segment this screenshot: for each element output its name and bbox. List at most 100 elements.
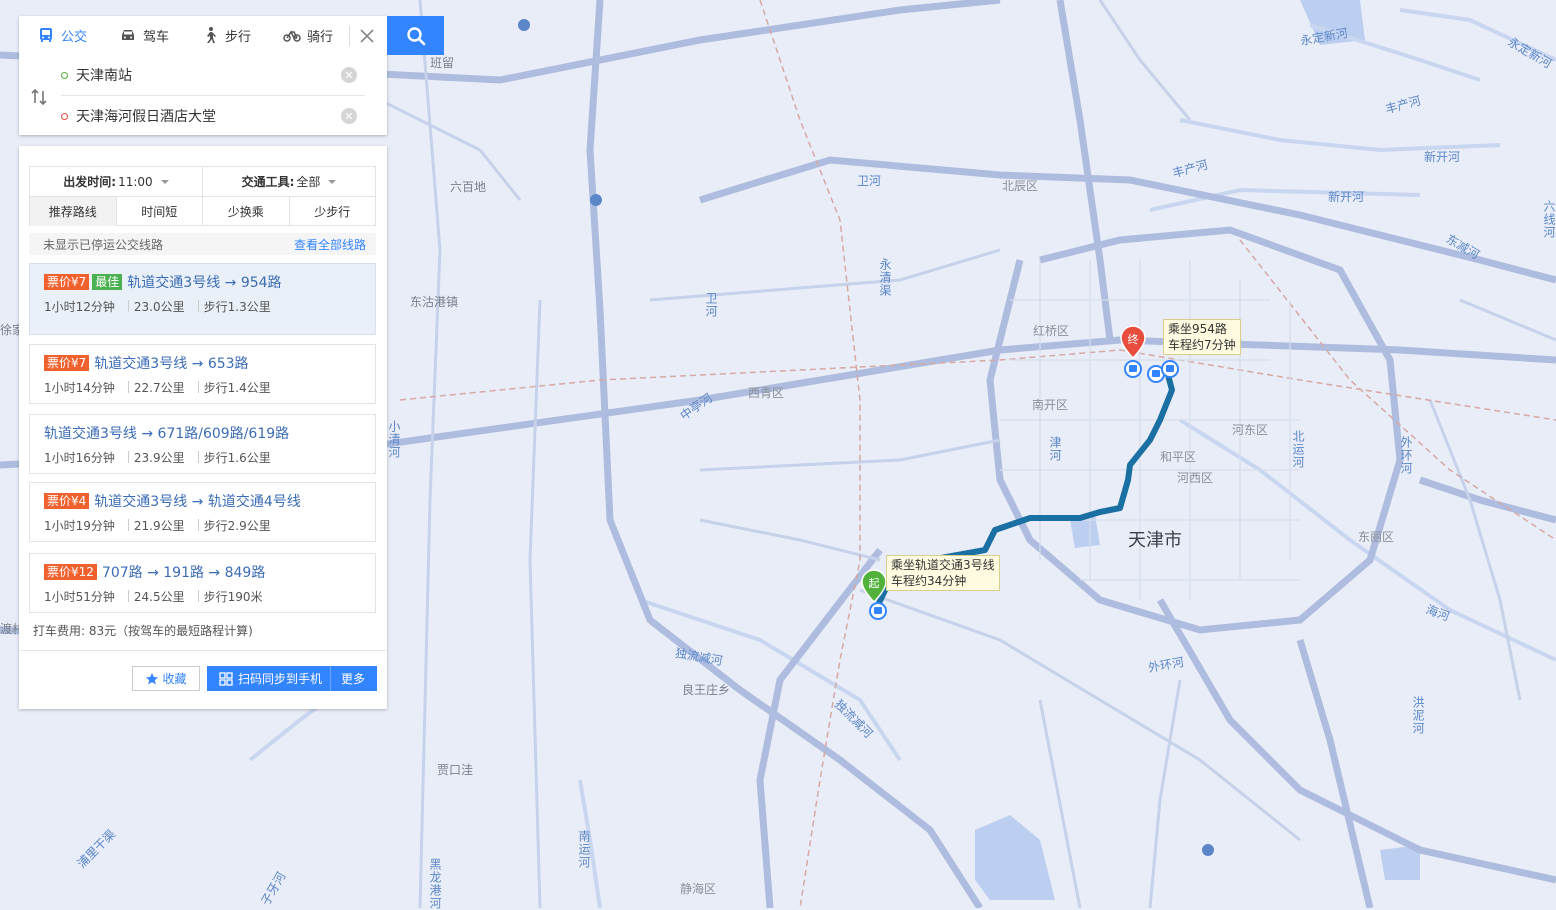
route-distance: 22.7公里: [133, 380, 185, 395]
route-distance: 21.9公里: [133, 518, 185, 533]
route-search-card: 公交 驾车 步行 骑行 天津南站 ✕ 天津海河假日酒店大堂 ✕: [19, 16, 387, 135]
map-label: 东丽区: [1358, 530, 1395, 544]
price-badge: 票价¥12: [44, 564, 97, 580]
chevron-down-icon: [328, 179, 337, 184]
destination-dot-icon: [61, 112, 68, 120]
tab-drive-label: 驾车: [143, 29, 170, 45]
map-label: 西青区: [748, 386, 785, 400]
end-route-tip: 乘坐954路 车程约7分钟: [1163, 319, 1241, 355]
route-option[interactable]: 轨道交通3号线 → 671路/609路/619路 1小时16分钟 23.9公里 …: [29, 414, 376, 474]
map-label: 黑龙港河: [428, 858, 442, 910]
price-badge: 票价¥7: [44, 355, 90, 371]
destination-text[interactable]: 天津海河假日酒店大堂: [76, 106, 216, 126]
route-title: 轨道交通3号线 → 653路: [94, 356, 249, 372]
route-walk: 步行1.3公里: [203, 299, 271, 314]
map-label: 良王庄乡: [682, 683, 731, 697]
map-label: 六线河: [1542, 200, 1556, 239]
bus-icon: [40, 28, 52, 42]
suspended-lines-notice: 未显示已停运公交线路 查看全部线路: [29, 233, 376, 255]
bus-stop-icon[interactable]: [1124, 360, 1142, 378]
bus-stop-icon[interactable]: [869, 602, 887, 620]
route-distance: 23.0公里: [133, 299, 185, 314]
route-duration: 1小时12分钟: [44, 299, 115, 314]
close-icon: [360, 29, 374, 43]
sort-least-walking[interactable]: 少步行: [288, 197, 376, 226]
route-walk: 步行1.4公里: [203, 380, 271, 395]
close-button[interactable]: [355, 24, 379, 48]
sort-fewest-transfers[interactable]: 少换乘: [202, 197, 289, 226]
map-label: 南运河: [577, 830, 591, 869]
destination-field[interactable]: 天津海河假日酒店大堂 ✕: [61, 98, 357, 134]
route-option[interactable]: 票价¥4 轨道交通3号线 → 轨道交通4号线 1小时19分钟 21.9公里 步行…: [29, 482, 376, 542]
map-label: 六百地: [450, 180, 487, 194]
map-label: 红桥区: [1033, 324, 1070, 338]
star-icon: [146, 672, 159, 684]
origin-field[interactable]: 天津南站 ✕: [61, 57, 357, 93]
depart-time-label: 出发时间:: [63, 175, 117, 189]
end-marker-label: 终: [1128, 332, 1139, 346]
route-walk: 步行2.9公里: [203, 518, 271, 533]
transport-tool-select[interactable]: 交通工具: 全部: [202, 167, 375, 196]
origin-dot-icon: [61, 71, 68, 79]
notice-text: 未显示已停运公交线路: [43, 237, 164, 252]
sync-to-phone-label: 扫码同步到手机: [238, 672, 323, 686]
route-duration: 1小时51分钟: [44, 589, 115, 604]
bus-stop-icon[interactable]: [1161, 360, 1179, 378]
search-button[interactable]: [387, 16, 444, 55]
divider: [349, 26, 350, 46]
best-badge: 最佳: [92, 274, 123, 290]
clear-destination-button[interactable]: ✕: [341, 108, 357, 124]
route-title: 轨道交通3号线 → 轨道交通4号线: [94, 494, 301, 510]
route-title: 轨道交通3号线 → 671路/609路/619路: [44, 426, 290, 442]
more-button[interactable]: 更多: [331, 670, 375, 687]
price-badge: 票价¥4: [44, 493, 90, 509]
map-label: 静海区: [680, 882, 717, 896]
start-route-tip: 乘坐轨道交通3号线 车程约34分钟: [886, 555, 1000, 591]
map-label: 新开河: [1328, 190, 1365, 204]
map-label: 津河: [1048, 436, 1062, 462]
map-label: 班留: [430, 56, 455, 70]
car-icon: [122, 30, 135, 40]
map-label: 卫河: [857, 174, 882, 188]
transport-tool-label: 交通工具:: [241, 175, 295, 189]
favorite-button[interactable]: 收藏: [132, 666, 200, 691]
tab-drive[interactable]: 驾车: [101, 16, 183, 54]
chevron-down-icon: [160, 179, 169, 184]
origin-text[interactable]: 天津南站: [76, 65, 132, 85]
clear-origin-button[interactable]: ✕: [341, 67, 357, 83]
start-marker-label: 起: [869, 577, 880, 590]
route-walk: 步行190米: [203, 589, 263, 604]
route-results-panel: 出发时间: 11:00 交通工具: 全部 推荐路线 时间短 少换乘 少步行 未显…: [19, 146, 387, 709]
taxi-fare-text: 打车费用: 83元（按驾车的最短路程计算): [33, 624, 253, 638]
map-label: 河东区: [1232, 423, 1269, 437]
walk-icon: [207, 27, 217, 43]
sync-to-phone-button[interactable]: 扫码同步到手机: [207, 666, 332, 691]
route-option[interactable]: 票价¥12 707路 → 191路 → 849路 1小时51分钟 24.5公里 …: [29, 553, 376, 613]
map-label: 卫河: [704, 292, 718, 318]
view-all-lines-link[interactable]: 查看全部线路: [294, 236, 366, 253]
map-label: 永清渠: [878, 258, 892, 297]
map-label: 外环河: [1399, 436, 1413, 475]
depart-time-value: 11:00: [118, 174, 153, 189]
route-filters: 出发时间: 11:00 交通工具: 全部 推荐路线 时间短 少换乘 少步行: [29, 166, 376, 226]
sort-recommended[interactable]: 推荐路线: [30, 197, 116, 226]
map-label: 南开区: [1032, 398, 1069, 412]
qr-code-icon: [219, 671, 233, 686]
map-label: 洪泥河: [1411, 696, 1425, 735]
tab-bike-label: 骑行: [307, 29, 334, 45]
route-title: 707路 → 191路 → 849路: [101, 565, 266, 581]
map-label: 北辰区: [1002, 179, 1039, 193]
tab-bus[interactable]: 公交: [19, 16, 101, 54]
tab-bike[interactable]: 骑行: [265, 16, 347, 54]
tab-walk[interactable]: 步行: [183, 16, 265, 54]
route-distance: 23.9公里: [133, 450, 185, 465]
search-icon: [406, 26, 425, 45]
route-duration: 1小时16分钟: [44, 450, 115, 465]
depart-time-select[interactable]: 出发时间: 11:00: [30, 167, 202, 196]
price-badge: 票价¥7: [44, 274, 90, 290]
swap-icon[interactable]: [29, 87, 49, 107]
route-option[interactable]: 票价¥7 轨道交通3号线 → 653路 1小时14分钟 22.7公里 步行1.4…: [29, 344, 376, 404]
route-duration: 1小时14分钟: [44, 380, 115, 395]
route-option[interactable]: 票价¥7 最佳 轨道交通3号线 → 954路 1小时12分钟 23.0公里 步行…: [29, 263, 376, 335]
sort-shortest-time[interactable]: 时间短: [115, 197, 203, 226]
